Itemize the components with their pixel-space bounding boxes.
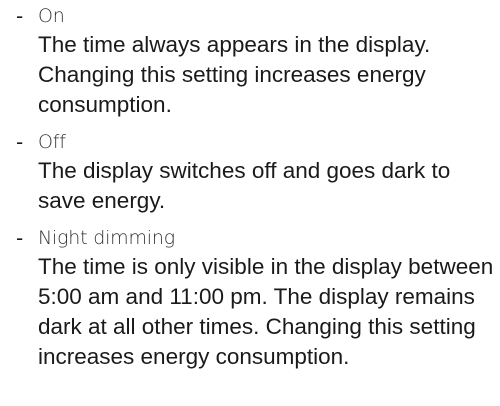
option-on: - On The time always appears in the disp…: [16, 3, 500, 120]
option-term-on: On: [38, 5, 65, 27]
option-description-off: The display switches off and goes dark t…: [38, 158, 451, 213]
option-night-dimming: - Night dimming The time is only visible…: [16, 225, 500, 372]
option-off: - Off The display switches off and goes …: [16, 129, 500, 216]
list-bullet: -: [16, 4, 24, 28]
list-bullet: -: [16, 130, 24, 154]
option-term-night-dimming: Night dimming: [38, 227, 175, 249]
option-description-on: The time always appears in the display. …: [38, 32, 431, 117]
option-term-off: Off: [38, 131, 66, 153]
option-description-night-dimming: The time is only visible in the display …: [38, 254, 494, 369]
display-time-options-list: - On The time always appears in the disp…: [16, 3, 500, 372]
list-bullet: -: [16, 226, 24, 250]
